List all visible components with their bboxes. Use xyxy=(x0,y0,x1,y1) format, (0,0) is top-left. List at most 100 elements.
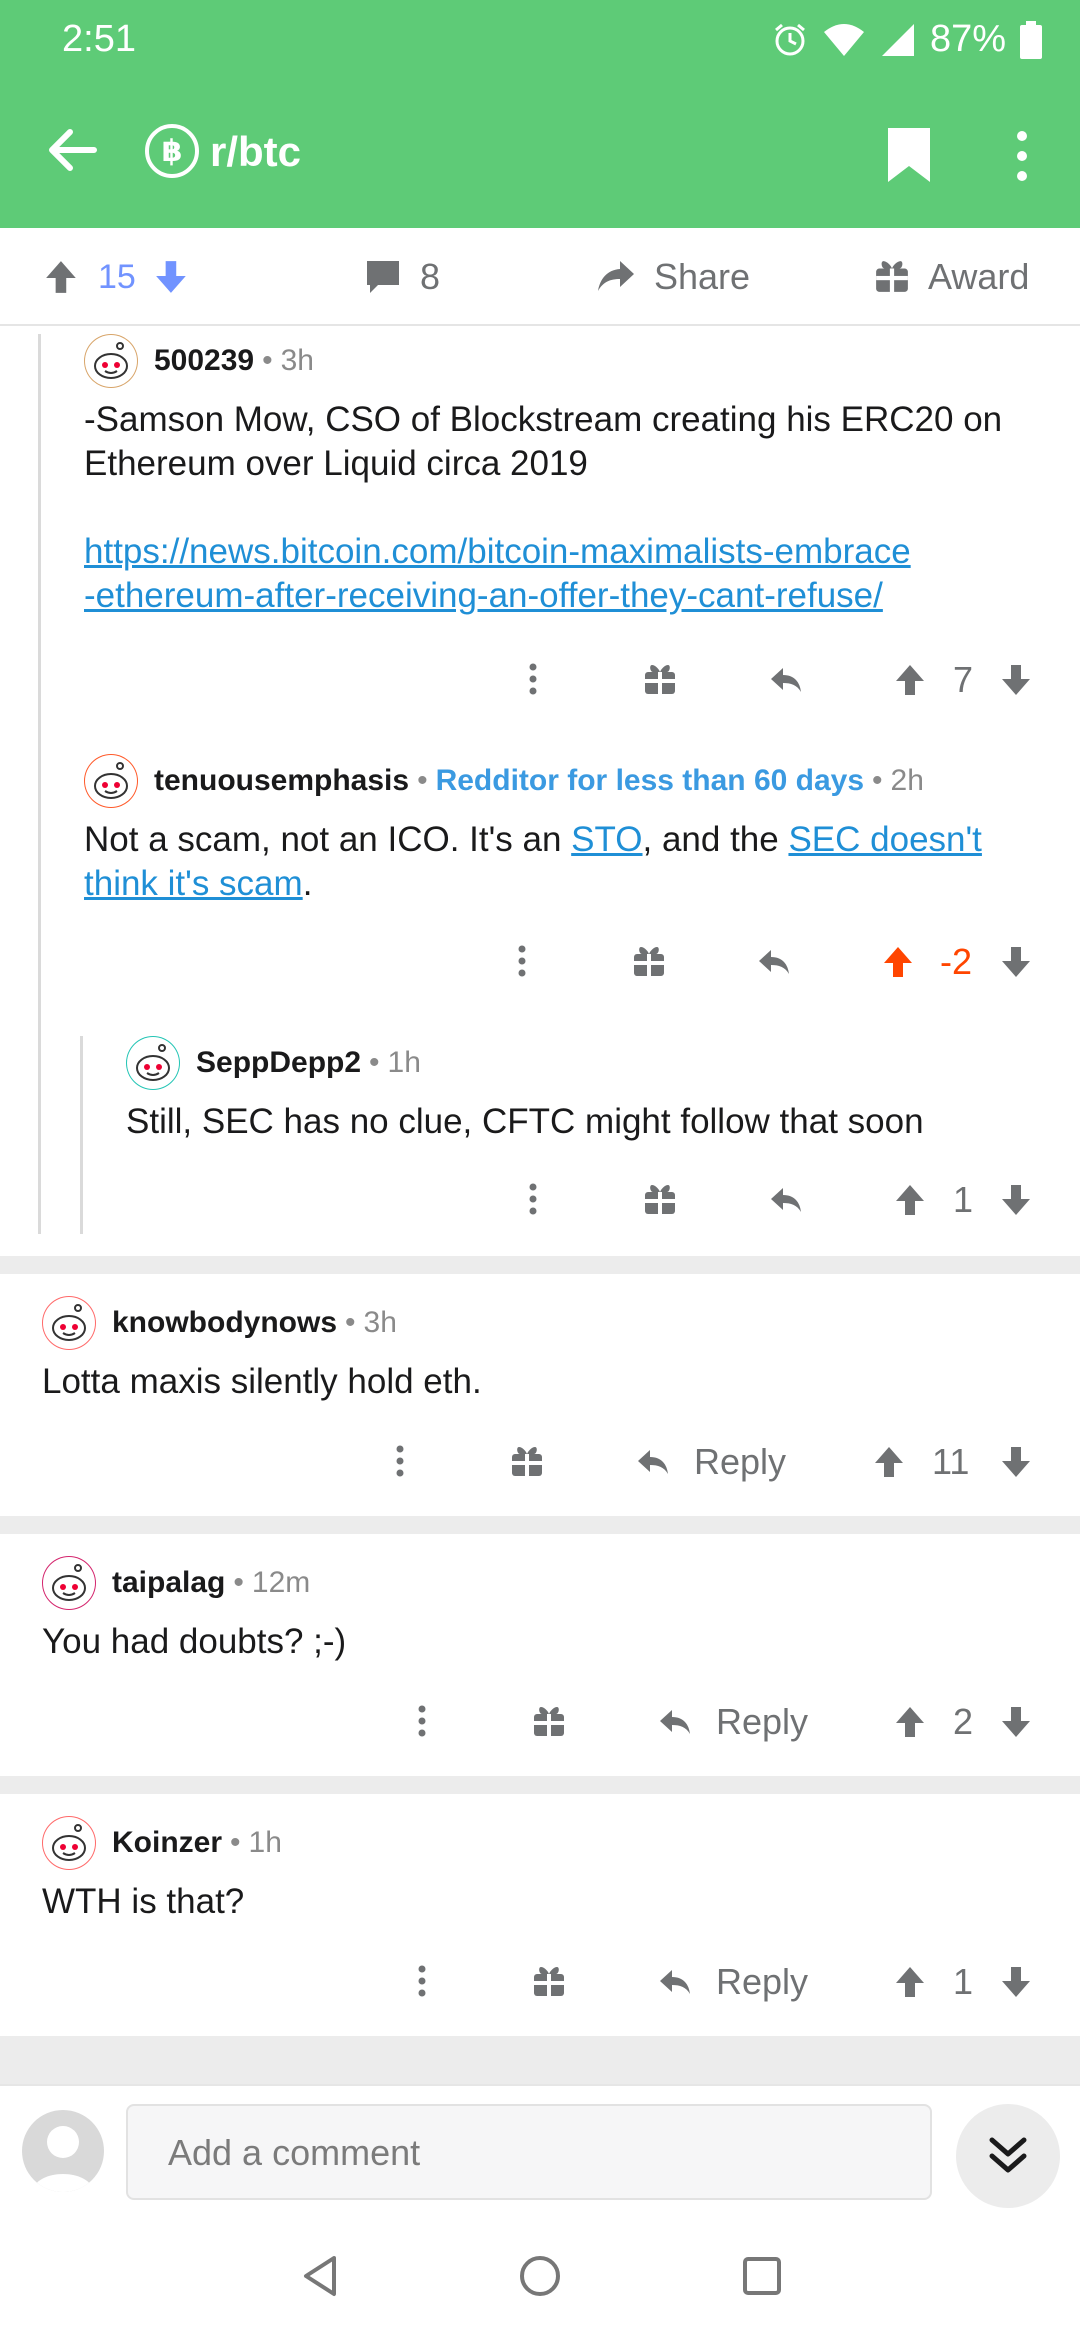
default-avatar-icon xyxy=(32,2126,94,2192)
comment-actions: Reply 11 xyxy=(0,1432,1080,1492)
post-vote: 15 xyxy=(44,228,208,326)
post-comments-button[interactable]: 8 xyxy=(364,228,440,326)
comment-username[interactable]: Koinzer xyxy=(112,1826,222,1860)
avatar[interactable] xyxy=(42,1296,96,1350)
scroll-next-button[interactable] xyxy=(956,2104,1060,2208)
comment-username[interactable]: knowbodynows xyxy=(112,1306,337,1340)
sec-link-continued[interactable]: think it's scam xyxy=(84,864,303,903)
comment-username[interactable]: tenuousemphasis xyxy=(154,764,409,798)
more-options-icon[interactable] xyxy=(1006,128,1038,184)
reply-button[interactable]: Reply xyxy=(656,1961,808,2003)
subreddit-name[interactable]: r/btc xyxy=(210,128,301,176)
award-gift-icon[interactable] xyxy=(510,1445,544,1479)
status-time: 2:51 xyxy=(62,18,136,60)
share-button[interactable]: Share xyxy=(596,228,750,326)
comment-username[interactable]: SeppDepp2 xyxy=(196,1046,361,1080)
system-nav-bar xyxy=(0,2214,1080,2340)
comment-username[interactable]: taipalag xyxy=(112,1566,225,1600)
sto-link[interactable]: STO xyxy=(571,820,642,859)
comment-time: 1h xyxy=(387,1046,421,1079)
comment-more-icon[interactable] xyxy=(518,945,526,979)
comment-time: 1h xyxy=(248,1826,282,1859)
sec-link[interactable]: SEC doesn't xyxy=(788,820,981,859)
award-gift-icon[interactable] xyxy=(632,945,666,979)
comment-body: WTH is that? xyxy=(42,1880,1042,1924)
nav-home-icon[interactable] xyxy=(518,2254,562,2298)
meta-dot: • xyxy=(345,1306,356,1339)
comment-link[interactable]: https://news.bitcoin.com/bitcoin-maximal… xyxy=(84,530,1044,574)
upvote-icon[interactable] xyxy=(894,1705,928,1739)
comment-body: -Samson Mow, CSO of Blockstream creating… xyxy=(84,398,1044,618)
comment-more-icon[interactable] xyxy=(396,1445,404,1479)
snoo-avatar-icon xyxy=(42,1296,96,1350)
nav-back-icon[interactable] xyxy=(300,2254,340,2298)
avatar[interactable] xyxy=(84,334,138,388)
snoo-avatar-icon xyxy=(126,1036,180,1090)
reply-label: Reply xyxy=(694,1441,787,1482)
avatar[interactable] xyxy=(126,1036,180,1090)
battery-percent: 87% xyxy=(929,18,1006,60)
upvote-icon-active[interactable] xyxy=(882,945,916,979)
downvote-icon[interactable] xyxy=(1000,1183,1034,1217)
comment-more-icon[interactable] xyxy=(529,1183,537,1217)
comment-score: 11 xyxy=(932,1441,970,1482)
award-button[interactable]: Award xyxy=(874,228,1029,326)
comment-time: 3h xyxy=(280,344,314,377)
award-gift-icon xyxy=(876,261,908,293)
reply-button[interactable]: Reply xyxy=(634,1441,786,1483)
subreddit-icon[interactable]: ฿ xyxy=(145,124,199,178)
comment-actions: -2 xyxy=(0,932,1080,992)
comment-more-icon[interactable] xyxy=(529,663,537,697)
reply-icon[interactable] xyxy=(768,664,804,696)
comment-more-icon[interactable] xyxy=(418,1965,426,1999)
add-comment-input[interactable]: Add a comment xyxy=(126,2104,932,2200)
back-arrow-icon[interactable] xyxy=(42,120,102,180)
downvote-icon[interactable] xyxy=(1000,945,1034,979)
share-label: Share xyxy=(654,256,751,297)
comment-link-continued[interactable]: -ethereum-after-receiving-an-offer-they-… xyxy=(84,574,1044,618)
award-gift-icon[interactable] xyxy=(532,1705,566,1739)
bookmark-icon[interactable] xyxy=(888,128,930,182)
reply-icon[interactable] xyxy=(768,1184,804,1216)
comment-meta: 500239 • 3h xyxy=(84,334,1044,388)
award-gift-icon[interactable] xyxy=(532,1965,566,1999)
comment-username[interactable]: 500239 xyxy=(154,344,254,378)
downvote-icon[interactable] xyxy=(1000,1705,1034,1739)
comment-time: 12m xyxy=(251,1566,311,1599)
upvote-icon[interactable] xyxy=(44,259,80,295)
reply-button[interactable]: Reply xyxy=(656,1701,808,1743)
comment-score: 1 xyxy=(953,1961,974,2002)
downvote-icon[interactable] xyxy=(1000,1965,1034,1999)
meta-dot: • xyxy=(872,764,883,797)
downvote-icon[interactable] xyxy=(154,259,190,295)
comment-text: Not a scam, not an ICO. It's an xyxy=(84,820,572,859)
alarm-icon xyxy=(774,23,805,55)
avatar[interactable] xyxy=(42,1556,96,1610)
reply-label: Reply xyxy=(716,1701,809,1742)
downvote-icon[interactable] xyxy=(1000,663,1034,697)
avatar[interactable] xyxy=(84,754,138,808)
snoo-avatar-icon xyxy=(84,334,138,388)
reply-icon xyxy=(638,1450,668,1474)
comment-text: . xyxy=(302,864,313,903)
comment-divider xyxy=(0,1256,1080,1274)
comment-score: -2 xyxy=(940,941,973,982)
comment-body: Not a scam, not an ICO. It's an STO, and… xyxy=(84,818,1044,906)
award-gift-icon[interactable] xyxy=(643,1183,677,1217)
upvote-icon[interactable] xyxy=(894,663,928,697)
upvote-icon[interactable] xyxy=(894,1183,928,1217)
nav-recents-icon[interactable] xyxy=(742,2256,782,2296)
avatar[interactable] xyxy=(42,1816,96,1870)
reply-icon[interactable] xyxy=(756,946,792,978)
comment-score: 2 xyxy=(953,1701,974,1742)
downvote-icon[interactable] xyxy=(1000,1445,1034,1479)
user-avatar[interactable] xyxy=(22,2110,104,2192)
comment-more-icon[interactable] xyxy=(418,1705,426,1739)
award-gift-icon[interactable] xyxy=(643,663,677,697)
user-flair: Redditor for less than 60 days xyxy=(435,764,865,797)
meta-dot: • xyxy=(233,1566,244,1599)
upvote-icon[interactable] xyxy=(873,1445,907,1479)
comment-text: Still, SEC has no clue, CFTC might follo… xyxy=(126,1102,924,1141)
comment-meta: Koinzer • 1h xyxy=(42,1816,1042,1870)
upvote-icon[interactable] xyxy=(894,1965,928,1999)
